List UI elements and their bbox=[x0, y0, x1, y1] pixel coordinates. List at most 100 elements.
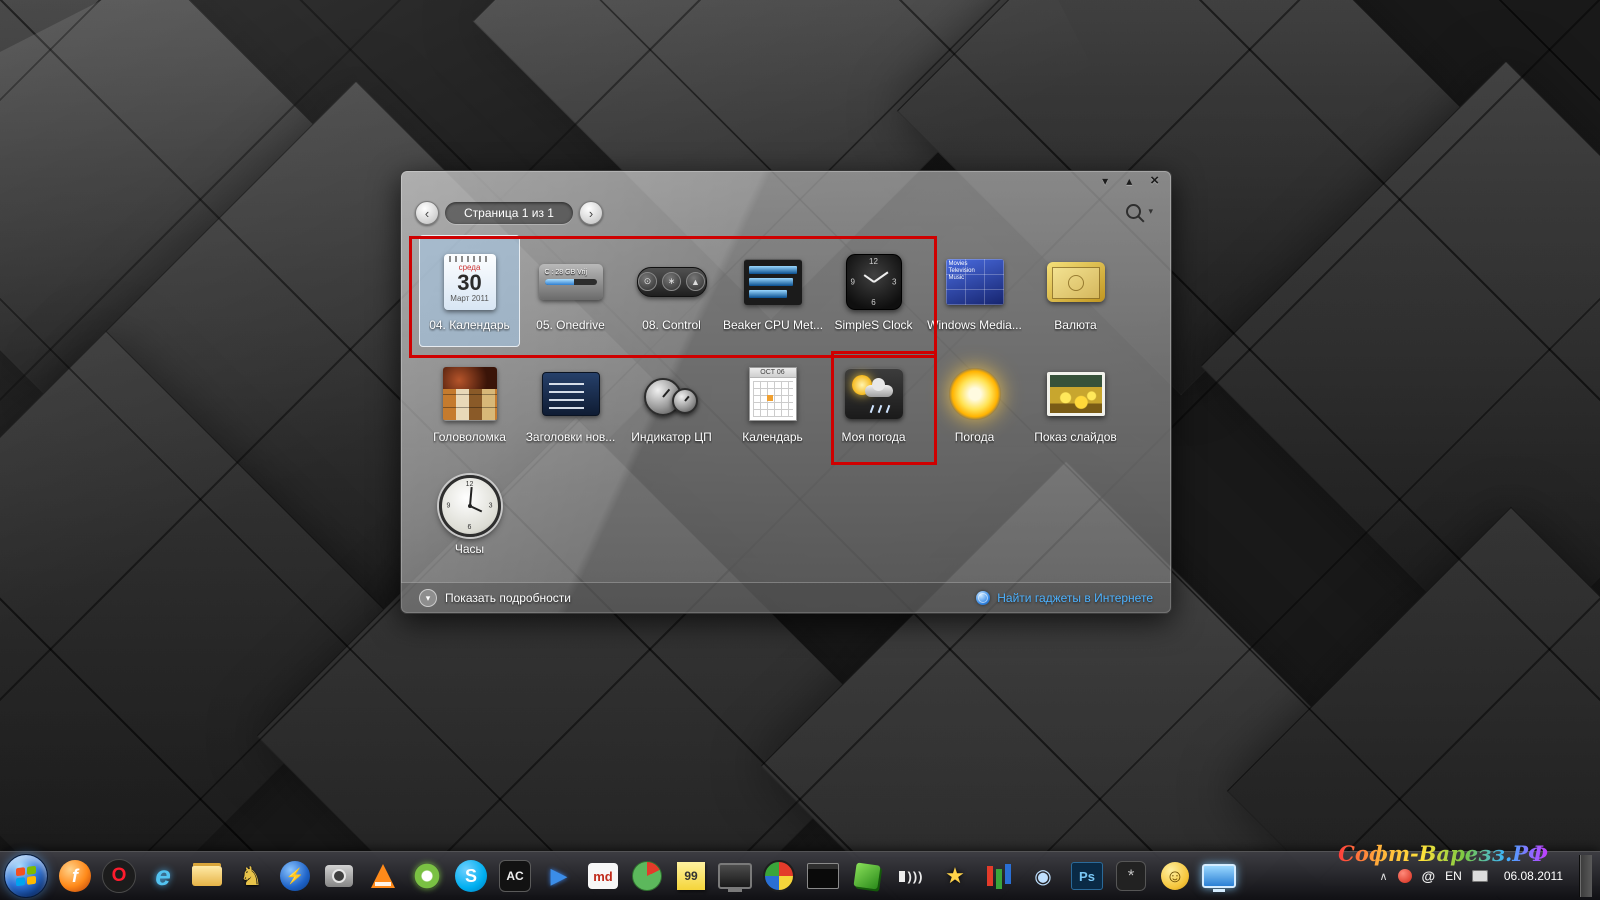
mail-at-icon[interactable]: @ bbox=[1422, 868, 1436, 884]
photoshop-icon[interactable]: Ps bbox=[1066, 856, 1108, 896]
gauges-icon bbox=[640, 368, 704, 420]
gadget-label: Валюта bbox=[1054, 317, 1097, 332]
desktop: ▾ ▴ × ‹ Страница 1 из 1 › ▾ среда 30 Мар… bbox=[0, 0, 1600, 900]
keyboard-layout-icon[interactable] bbox=[1471, 870, 1488, 882]
show-details-toggle[interactable]: ▾ Показать подробности bbox=[419, 589, 571, 607]
blue-arrow-glyph: ▶ bbox=[550, 863, 568, 888]
hidden-icons-chevron-icon[interactable]: ∧ bbox=[1379, 870, 1387, 883]
firefox-glyph: f bbox=[59, 860, 91, 892]
remote-desktop-icon[interactable] bbox=[1198, 856, 1240, 896]
gadget-my-weather[interactable]: Моя погода bbox=[823, 347, 924, 459]
gadget-slideshow[interactable]: Показ слайдов bbox=[1025, 347, 1126, 459]
dark-tool-glyph: * bbox=[1116, 861, 1146, 891]
month-calendar-icon: OCT 06 bbox=[748, 366, 797, 421]
blue-arrow-icon[interactable]: ▶ bbox=[538, 856, 580, 896]
gadget-currency[interactable]: Валюта bbox=[1025, 235, 1126, 347]
lightning-glyph: ⚡ bbox=[280, 861, 310, 891]
star-app-icon[interactable]: ★ bbox=[934, 856, 976, 896]
gadget-calendar-04[interactable]: среда 30 Март 2011 04. Календарь bbox=[419, 235, 520, 347]
gadget-calendar[interactable]: OCT 06 Календарь bbox=[722, 347, 823, 459]
media-monitor-icon[interactable] bbox=[714, 856, 756, 896]
md-app-glyph: md bbox=[588, 863, 618, 889]
darts-icon[interactable] bbox=[758, 856, 800, 896]
chess-gold-glyph: ♞ bbox=[239, 860, 263, 891]
gadget-label: 04. Календарь bbox=[429, 317, 510, 332]
explorer-folder-icon[interactable] bbox=[186, 856, 228, 896]
eye-glyph: ◉ bbox=[1034, 865, 1052, 888]
gadget-label: SimpleS Clock bbox=[834, 317, 913, 332]
next-page-button[interactable]: › bbox=[579, 201, 603, 225]
icq-flower-icon[interactable] bbox=[406, 856, 448, 896]
show-desktop-button[interactable] bbox=[1579, 855, 1592, 897]
console-icon[interactable] bbox=[802, 856, 844, 896]
mediaget-icon[interactable] bbox=[626, 856, 668, 896]
close-icon[interactable]: × bbox=[1150, 173, 1159, 189]
gadget-beaker-cpu[interactable]: Beaker CPU Met... bbox=[722, 235, 823, 347]
internet-explorer-icon[interactable]: e bbox=[142, 856, 184, 896]
md-app-icon[interactable]: md bbox=[582, 856, 624, 896]
gadget-gallery-window: ▾ ▴ × ‹ Страница 1 из 1 › ▾ среда 30 Мар… bbox=[400, 170, 1172, 614]
taskbar-icons: f Oe ♞ ⚡ S AC ▶ md 99))) ★ ◉ Ps * ☺ bbox=[54, 856, 1240, 896]
language-indicator[interactable]: EN bbox=[1445, 869, 1462, 883]
smiley-glyph: ☺ bbox=[1161, 862, 1189, 890]
minimize-icon[interactable]: ▾ bbox=[1102, 173, 1108, 189]
green-cube-icon[interactable] bbox=[846, 856, 888, 896]
page-navigation: ‹ Страница 1 из 1 › bbox=[415, 201, 603, 225]
notes-99-icon[interactable]: 99 bbox=[670, 856, 712, 896]
gadget-onedrive[interactable]: C : 28 GB Vrij 05. Onedrive bbox=[520, 235, 621, 347]
control-buttons-icon: ⊙ ∗ ▲ bbox=[636, 266, 707, 297]
speaker-waves-icon[interactable]: ))) bbox=[890, 856, 932, 896]
eye-icon[interactable]: ◉ bbox=[1022, 856, 1064, 896]
search-options-caret-icon[interactable]: ▾ bbox=[1148, 206, 1153, 217]
notes-99-glyph: 99 bbox=[677, 862, 705, 890]
opera-icon[interactable]: O bbox=[98, 856, 140, 896]
vlc-cone-icon[interactable] bbox=[362, 856, 404, 896]
eject-icon: ▲ bbox=[686, 272, 705, 291]
analog-clock-icon: 12 3 6 9 bbox=[438, 474, 501, 537]
gadget-grid: среда 30 Март 2011 04. Календарь C : 28 … bbox=[419, 235, 1126, 571]
gadget-simples-clock[interactable]: 12 3 6 9 SimpleS Clock bbox=[823, 235, 924, 347]
skype-icon[interactable]: S bbox=[450, 856, 492, 896]
gadget-cpu-indicator[interactable]: Индикатор ЦП bbox=[621, 347, 722, 459]
globe-icon bbox=[976, 591, 991, 605]
windows-flag-icon bbox=[16, 865, 36, 887]
drive-meter-icon: C : 28 GB Vrij bbox=[538, 263, 603, 300]
page-indicator: Страница 1 из 1 bbox=[445, 202, 573, 224]
gadget-clock[interactable]: 12 3 6 9 Часы bbox=[419, 459, 520, 571]
firefox-icon[interactable]: f bbox=[54, 856, 96, 896]
gadget-windows-media[interactable]: Movies Television Music Windows Media... bbox=[924, 235, 1025, 347]
gadget-label: Windows Media... bbox=[927, 317, 1022, 332]
gadget-search[interactable]: ▾ bbox=[1126, 204, 1153, 219]
prev-page-button[interactable]: ‹ bbox=[415, 201, 439, 225]
aimp-icon[interactable]: AC bbox=[494, 856, 536, 896]
window-caption-buttons: ▾ ▴ × bbox=[1102, 173, 1159, 189]
gadget-puzzle[interactable]: Головоломка bbox=[419, 347, 520, 459]
camera-gray-icon[interactable] bbox=[318, 856, 360, 896]
chess-gold-icon[interactable]: ♞ bbox=[230, 856, 272, 896]
gadget-label: Часы bbox=[454, 541, 485, 556]
gadget-weather[interactable]: Погода bbox=[924, 347, 1025, 459]
internet-explorer-glyph: e bbox=[155, 860, 171, 891]
news-lines-icon bbox=[541, 371, 600, 416]
dark-clock-icon: 12 3 6 9 bbox=[845, 253, 902, 310]
start-button[interactable] bbox=[4, 854, 48, 898]
find-gadgets-online-link[interactable]: Найти гаджеты в Интернете bbox=[976, 591, 1153, 605]
star-app-glyph: ★ bbox=[945, 863, 965, 888]
gadget-label: Головоломка bbox=[433, 429, 506, 444]
photo-frame-icon bbox=[1046, 371, 1105, 416]
sun-icon bbox=[948, 367, 1001, 420]
gadget-label: Beaker CPU Met... bbox=[723, 317, 822, 332]
gadget-control[interactable]: ⊙ ∗ ▲ 08. Control bbox=[621, 235, 722, 347]
clock-date[interactable]: 06.08.2011 bbox=[1498, 869, 1569, 883]
opera-glyph: O bbox=[102, 859, 136, 893]
lightning-icon[interactable]: ⚡ bbox=[274, 856, 316, 896]
equalizer-icon[interactable] bbox=[978, 856, 1020, 896]
gadget-news-headlines[interactable]: Заголовки нов... bbox=[520, 347, 621, 459]
maximize-icon[interactable]: ▴ bbox=[1126, 173, 1132, 189]
puzzle-tiles-icon bbox=[442, 366, 497, 421]
dark-tool-icon[interactable]: * bbox=[1110, 856, 1152, 896]
power-icon: ⊙ bbox=[638, 272, 657, 291]
photoshop-glyph: Ps bbox=[1071, 862, 1103, 890]
smiley-icon[interactable]: ☺ bbox=[1154, 856, 1196, 896]
antivirus-tray-icon[interactable] bbox=[1397, 869, 1412, 883]
